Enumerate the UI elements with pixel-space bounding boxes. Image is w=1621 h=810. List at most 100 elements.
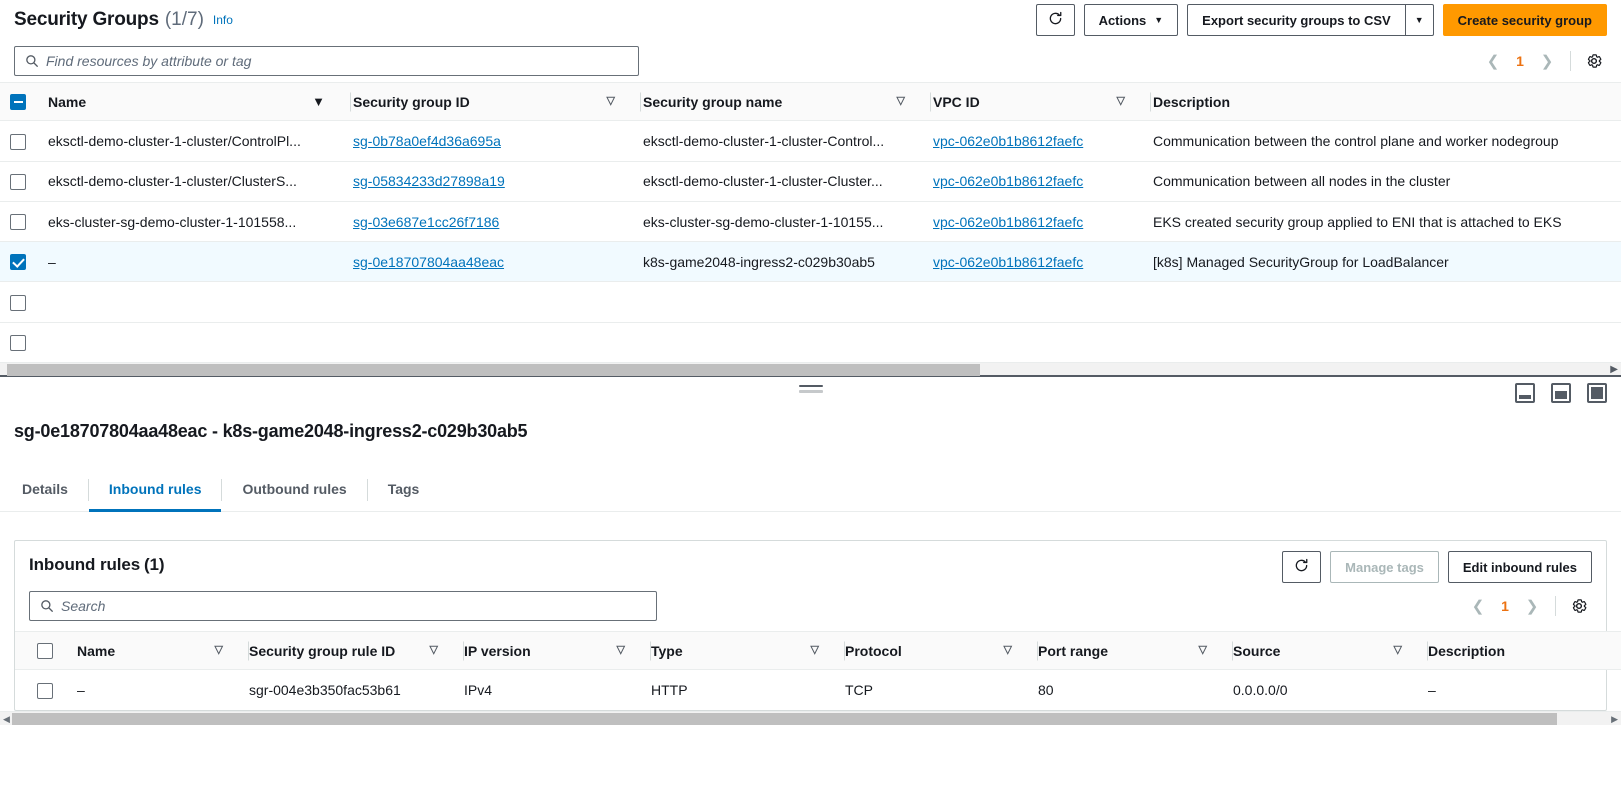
sort-icon[interactable]: ▽ bbox=[607, 96, 615, 107]
tab-outbound-rules[interactable]: Outbound rules bbox=[222, 468, 366, 512]
vpc-id-link[interactable]: vpc-062e0b1b8612faefc bbox=[931, 133, 1083, 149]
sort-icon[interactable]: ▽ bbox=[1004, 645, 1012, 656]
panel-size-large-icon[interactable] bbox=[1587, 383, 1607, 404]
select-all-checkbox[interactable] bbox=[10, 94, 26, 111]
search-input[interactable] bbox=[41, 53, 630, 69]
column-header-rule-name[interactable]: Name ▽ bbox=[77, 631, 249, 671]
previous-page-button[interactable]: ❮ bbox=[1480, 47, 1506, 75]
cell-name bbox=[46, 322, 351, 364]
search-box[interactable] bbox=[14, 46, 639, 76]
inbound-rules-table: Name ▽ Security group rule ID ▽ IP versi… bbox=[15, 631, 1621, 710]
gear-icon[interactable] bbox=[1581, 48, 1607, 74]
panel-size-medium-icon[interactable] bbox=[1551, 383, 1571, 404]
row-checkbox[interactable] bbox=[10, 173, 26, 190]
row-checkbox[interactable] bbox=[10, 335, 26, 352]
sort-icon[interactable]: ▽ bbox=[1394, 645, 1402, 656]
tab-inbound-rules[interactable]: Inbound rules bbox=[88, 468, 222, 513]
table-row[interactable]: eks-cluster-sg-demo-cluster-1-101558... … bbox=[0, 201, 1621, 243]
scroll-right-arrow-icon[interactable]: ▶ bbox=[1610, 363, 1618, 376]
drag-handle-icon[interactable] bbox=[798, 385, 823, 394]
table-header-row: Name ▼ Security group ID ▽ Security grou… bbox=[0, 83, 1621, 122]
row-checkbox[interactable] bbox=[37, 682, 53, 699]
info-link[interactable]: Info bbox=[213, 13, 233, 27]
column-header-name[interactable]: Name ▼ bbox=[46, 83, 351, 122]
column-header-port-range[interactable]: Port range ▽ bbox=[1038, 631, 1233, 671]
next-page-button[interactable]: ❯ bbox=[1534, 47, 1560, 75]
column-header-ip-version[interactable]: IP version ▽ bbox=[464, 631, 651, 671]
security-group-id-link[interactable]: sg-0e18707804aa48eac bbox=[351, 254, 504, 270]
export-csv-button[interactable]: Export security groups to CSV bbox=[1187, 4, 1406, 36]
vpc-id-link[interactable]: vpc-062e0b1b8612faefc bbox=[931, 173, 1083, 189]
select-all-header-cell bbox=[0, 83, 46, 122]
vpc-id-link[interactable]: vpc-062e0b1b8612faefc bbox=[931, 254, 1083, 270]
table-row[interactable] bbox=[0, 322, 1621, 364]
panel-size-small-icon[interactable] bbox=[1515, 383, 1535, 404]
sort-descending-icon[interactable]: ▼ bbox=[312, 95, 325, 108]
row-select-cell bbox=[0, 281, 46, 323]
sort-icon[interactable]: ▽ bbox=[215, 645, 223, 656]
row-checkbox[interactable] bbox=[10, 133, 26, 150]
cell-source: 0.0.0.0/0 bbox=[1233, 682, 1288, 699]
table-row[interactable] bbox=[0, 281, 1621, 323]
column-header-rule-description-label: Description bbox=[1428, 642, 1506, 659]
refresh-inbound-rules-button[interactable] bbox=[1282, 551, 1322, 584]
security-group-id-link[interactable]: sg-03e687e1cc26f7186 bbox=[351, 214, 499, 230]
gear-icon[interactable] bbox=[1566, 593, 1592, 619]
table-row-selected[interactable]: – sg-0e18707804aa48eac k8s-game2048-ingr… bbox=[0, 241, 1621, 283]
actions-button[interactable]: Actions ▼ bbox=[1083, 4, 1179, 36]
manage-tags-button[interactable]: Manage tags bbox=[1330, 551, 1439, 584]
table-horizontal-scrollbar[interactable]: ▶ bbox=[0, 363, 1621, 378]
security-group-id-link[interactable]: sg-05834233d27898a19 bbox=[351, 173, 505, 189]
security-group-id-link[interactable]: sg-0b78a0ef4d36a695a bbox=[351, 133, 501, 149]
sort-icon[interactable]: ▽ bbox=[430, 645, 438, 656]
refresh-button[interactable] bbox=[1035, 4, 1075, 36]
scroll-left-arrow-icon[interactable]: ◀ bbox=[3, 712, 10, 726]
divider bbox=[1570, 51, 1571, 71]
column-header-security-group-id[interactable]: Security group ID ▽ bbox=[351, 83, 641, 122]
cell-description: [k8s] Managed SecurityGroup for LoadBala… bbox=[1151, 241, 1621, 283]
column-header-rule-id[interactable]: Security group rule ID ▽ bbox=[249, 631, 464, 671]
tab-tags[interactable]: Tags bbox=[368, 468, 440, 512]
sort-icon[interactable]: ▽ bbox=[811, 645, 819, 656]
page-horizontal-scrollbar[interactable]: ◀ ▶ bbox=[0, 710, 1621, 726]
next-page-button[interactable]: ❯ bbox=[1519, 592, 1545, 620]
refresh-icon bbox=[1048, 11, 1063, 30]
scrollbar-thumb[interactable] bbox=[12, 712, 1557, 725]
table-row[interactable]: eksctl-demo-cluster-1-cluster/ControlPl.… bbox=[0, 120, 1621, 162]
row-checkbox[interactable] bbox=[10, 294, 26, 311]
column-header-protocol[interactable]: Protocol ▽ bbox=[845, 631, 1038, 671]
page-number-1[interactable]: 1 bbox=[1493, 598, 1517, 614]
inbound-rules-search-input[interactable] bbox=[56, 598, 648, 615]
vpc-id-link[interactable]: vpc-062e0b1b8612faefc bbox=[931, 214, 1083, 230]
sort-icon[interactable]: ▽ bbox=[897, 96, 905, 107]
row-checkbox[interactable] bbox=[10, 254, 26, 271]
sort-icon[interactable]: ▽ bbox=[1199, 645, 1207, 656]
page-resource-count: (1/7) bbox=[164, 9, 204, 30]
column-header-description[interactable]: Description bbox=[1151, 83, 1621, 122]
tab-details[interactable]: Details bbox=[14, 468, 88, 512]
previous-page-button[interactable]: ❮ bbox=[1465, 592, 1491, 620]
column-header-security-group-id-label: Security group ID bbox=[353, 93, 470, 110]
inbound-rules-search-box[interactable] bbox=[29, 591, 657, 622]
row-checkbox[interactable] bbox=[10, 214, 26, 231]
inbound-rules-card-header: Inbound rules (1) Manage tags Edit inbou… bbox=[15, 541, 1606, 591]
column-header-rule-description[interactable]: Description bbox=[1428, 631, 1621, 671]
sort-icon[interactable]: ▽ bbox=[1117, 96, 1125, 107]
table-row[interactable]: – sgr-004e3b350fac53b61 IPv4 HTTP TCP 80… bbox=[15, 670, 1621, 710]
edit-inbound-rules-button[interactable]: Edit inbound rules bbox=[1447, 551, 1592, 584]
column-header-security-group-name[interactable]: Security group name ▽ bbox=[641, 83, 931, 122]
column-header-source[interactable]: Source ▽ bbox=[1233, 631, 1428, 671]
export-split-button: Export security groups to CSV ▼ bbox=[1187, 4, 1434, 36]
scrollbar-thumb[interactable] bbox=[7, 364, 980, 377]
select-all-rules-checkbox[interactable] bbox=[37, 643, 53, 660]
export-dropdown-button[interactable]: ▼ bbox=[1405, 4, 1434, 36]
page-number-1[interactable]: 1 bbox=[1508, 53, 1532, 69]
column-header-type[interactable]: Type ▽ bbox=[651, 631, 845, 671]
column-header-vpc-id[interactable]: VPC ID ▽ bbox=[931, 83, 1151, 122]
sort-icon[interactable]: ▽ bbox=[617, 645, 625, 656]
actions-label: Actions bbox=[1098, 12, 1147, 28]
column-header-type-label: Type bbox=[651, 642, 683, 659]
scroll-right-arrow-icon[interactable]: ▶ bbox=[1611, 712, 1618, 726]
table-row[interactable]: eksctl-demo-cluster-1-cluster/ClusterS..… bbox=[0, 161, 1621, 202]
create-security-group-button[interactable]: Create security group bbox=[1442, 4, 1607, 36]
